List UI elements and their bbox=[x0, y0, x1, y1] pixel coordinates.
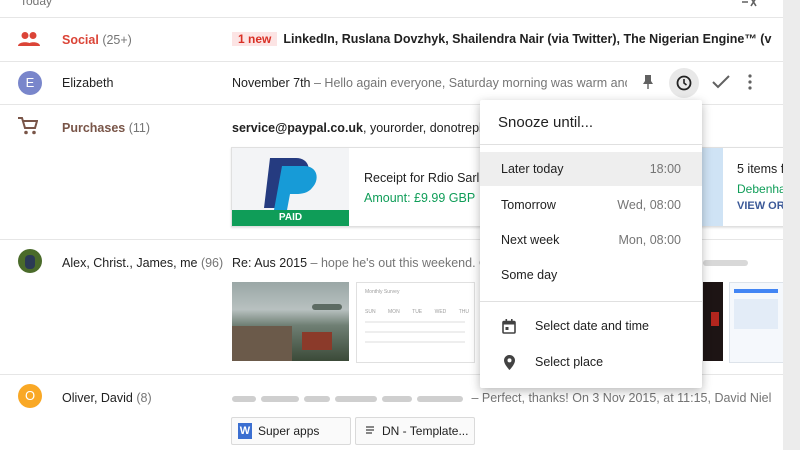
snooze-option-some-day[interactable]: Some day bbox=[480, 258, 702, 292]
bundle-count: (11) bbox=[128, 121, 151, 135]
email-snippet: – Hello again everyone, Saturday morning… bbox=[310, 76, 627, 90]
cart-icon bbox=[18, 117, 38, 135]
location-pin-icon bbox=[504, 355, 515, 370]
sender-label: Alex, Christ., James, me (96) bbox=[62, 256, 223, 270]
option-label: Tomorrow bbox=[501, 198, 556, 212]
blurred-text bbox=[703, 260, 748, 266]
menu-divider bbox=[480, 301, 702, 302]
day-label: MON bbox=[388, 309, 400, 315]
pin-icon[interactable] bbox=[641, 74, 655, 90]
email-summary: November 7th – Hello again everyone, Sat… bbox=[232, 76, 627, 90]
sender-name: Elizabeth bbox=[62, 76, 114, 90]
menu-divider bbox=[480, 144, 702, 145]
word-doc-icon: W bbox=[238, 423, 252, 439]
order-image bbox=[701, 148, 723, 226]
bundle-label: Purchases (11) bbox=[62, 121, 150, 135]
bundle-name: Purchases bbox=[62, 121, 126, 135]
clock-icon bbox=[676, 75, 692, 91]
bundle-name: Social bbox=[62, 33, 99, 47]
avatar-photo bbox=[18, 249, 42, 273]
attachment-name: Super apps bbox=[258, 424, 320, 438]
calendar-icon bbox=[502, 319, 516, 334]
attachment-chip-super-apps[interactable]: W Super apps bbox=[231, 417, 351, 445]
day-label: THU bbox=[458, 309, 469, 315]
scrollbar[interactable] bbox=[783, 0, 800, 450]
paypal-receipt-card[interactable]: PAID Receipt for Rdio Sarl Amount: £9.99… bbox=[231, 147, 492, 227]
calendar-title: Monthly Survey bbox=[365, 289, 400, 295]
more-vert-icon[interactable] bbox=[748, 74, 752, 90]
people-icon bbox=[18, 32, 40, 46]
snooze-menu: Snooze until... Later today 18:00 Tomorr… bbox=[480, 100, 702, 388]
select-place-option[interactable]: Select place bbox=[480, 345, 702, 379]
paypal-logo-area: PAID bbox=[232, 148, 349, 226]
avatar: O bbox=[18, 384, 42, 408]
option-label: Some day bbox=[501, 268, 558, 282]
receipt-title: Receipt for Rdio Sarl bbox=[364, 171, 480, 185]
option-label: Later today bbox=[501, 162, 564, 176]
calendar-days: SUN MON TUE WED THU bbox=[365, 309, 469, 315]
snooze-option-later-today[interactable]: Later today 18:00 bbox=[480, 152, 702, 186]
select-date-time-option[interactable]: Select date and time bbox=[480, 309, 702, 343]
attachment-chip-template[interactable]: DN - Template... bbox=[355, 417, 475, 445]
sender-bold: service@paypal.co.uk bbox=[232, 121, 364, 135]
email-subject: November 7th bbox=[232, 76, 311, 90]
sender-rest: , yourorder, donotreply@ bbox=[363, 121, 480, 135]
bundle-label: Social (25+) bbox=[62, 33, 132, 47]
check-icon[interactable] bbox=[712, 75, 730, 89]
order-title: 5 items f bbox=[737, 162, 785, 176]
thread-count: (96) bbox=[200, 256, 224, 270]
section-header: Today bbox=[0, 0, 783, 18]
screenshot-attachment[interactable] bbox=[729, 282, 785, 363]
receipt-amount: Amount: £9.99 GBP bbox=[364, 191, 476, 205]
email-row-elizabeth[interactable]: E Elizabeth November 7th – Hello again e… bbox=[0, 62, 783, 105]
bundle-row-social[interactable]: Social (25+) 1 new LinkedIn, Ruslana Dovz… bbox=[0, 18, 783, 62]
bundle-summary: 1 new LinkedIn, Ruslana Dovzhyk, Shailend… bbox=[232, 32, 772, 46]
document-icon bbox=[366, 426, 374, 434]
bundle-senders: LinkedIn, Ruslana Dovzhyk, Shailendra Na… bbox=[283, 32, 772, 46]
thread-count: (8) bbox=[136, 391, 152, 405]
email-snippet: – Perfect, thanks! On 3 Nov 2015, at 11:… bbox=[468, 391, 772, 405]
photo-attachment[interactable] bbox=[232, 282, 349, 361]
snooze-button[interactable] bbox=[669, 68, 699, 98]
email-summary: – Perfect, thanks! On 3 Nov 2015, at 11:… bbox=[232, 391, 772, 405]
new-badge: 1 new bbox=[232, 32, 278, 46]
day-label: SUN bbox=[365, 309, 376, 315]
order-store: Debenha bbox=[737, 182, 786, 196]
photo-attachment-dark[interactable] bbox=[703, 282, 723, 361]
calendar-attachment[interactable]: Monthly Survey SUN MON TUE WED THU bbox=[356, 282, 475, 363]
paid-banner: PAID bbox=[232, 210, 349, 226]
sender-label: Oliver, David (8) bbox=[62, 391, 152, 405]
option-time: Wed, 08:00 bbox=[617, 198, 681, 212]
attachment-name: DN - Template... bbox=[382, 424, 469, 438]
avatar: E bbox=[18, 71, 42, 95]
sweep-icon[interactable] bbox=[740, 0, 758, 10]
option-label: Select place bbox=[535, 355, 604, 369]
email-summary: Re: Aus 2015 – hope he's out this weeken… bbox=[232, 256, 480, 270]
day-label: WED bbox=[434, 309, 447, 315]
paypal-logo-icon bbox=[264, 158, 317, 210]
section-title: Today bbox=[20, 0, 53, 8]
sender-name: Oliver, David bbox=[62, 391, 133, 405]
snooze-option-tomorrow[interactable]: Tomorrow Wed, 08:00 bbox=[480, 188, 702, 222]
option-time: 18:00 bbox=[649, 162, 681, 176]
bundle-senders: service@paypal.co.uk, yourorder, donotre… bbox=[232, 121, 480, 135]
snooze-option-next-week[interactable]: Next week Mon, 08:00 bbox=[480, 223, 702, 257]
bundle-count: (25+) bbox=[102, 33, 132, 47]
option-label: Select date and time bbox=[535, 319, 649, 333]
view-order-link[interactable]: VIEW OR bbox=[737, 200, 785, 212]
option-time: Mon, 08:00 bbox=[618, 233, 681, 247]
day-label: TUE bbox=[412, 309, 423, 315]
sender-name: Alex, Christ., James, me bbox=[62, 256, 198, 270]
option-label: Next week bbox=[501, 233, 560, 247]
email-snippet: – hope he's out this weekend. On bbox=[307, 256, 480, 270]
snooze-title: Snooze until... bbox=[498, 114, 594, 131]
email-subject: Re: Aus 2015 bbox=[232, 256, 308, 270]
